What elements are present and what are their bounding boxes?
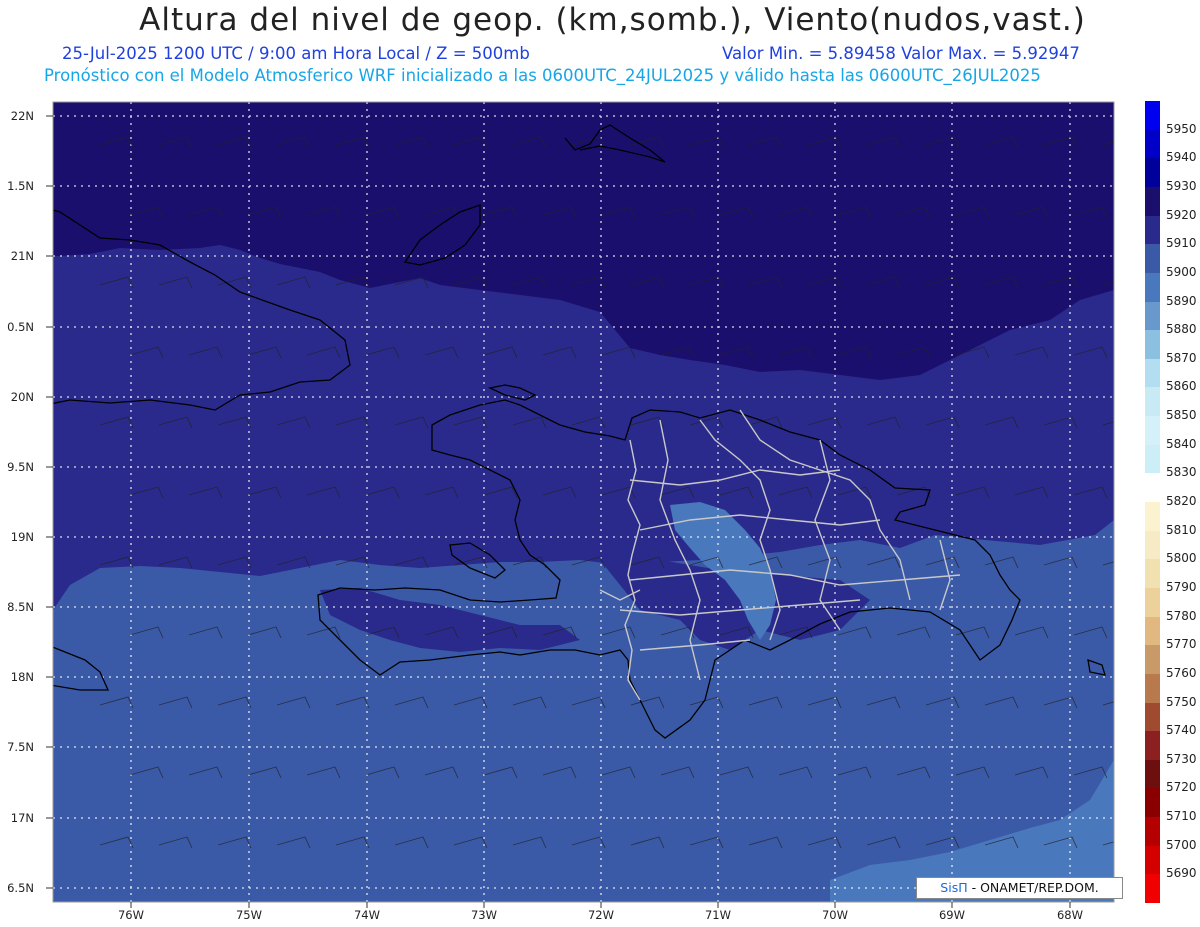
colorbar-segment — [1145, 444, 1160, 474]
colorbar-label: 5750 — [1166, 694, 1197, 709]
colorbar-label: 5950 — [1166, 121, 1197, 136]
colorbar-segment — [1145, 559, 1160, 589]
colorbar-segment — [1145, 358, 1160, 388]
colorbar-segment — [1145, 272, 1160, 302]
colorbar-label: 5740 — [1166, 723, 1197, 738]
colorbar-label: 5790 — [1166, 579, 1197, 594]
credit-box: SisΠ - ONAMET/REP.DOM. — [916, 877, 1123, 899]
colorbar-label: 5860 — [1166, 379, 1197, 394]
colorbar-segment — [1145, 244, 1160, 274]
colorbar-label: 5820 — [1166, 494, 1197, 508]
lon-label: 71W — [704, 908, 731, 922]
colorbar-segment — [1145, 788, 1160, 818]
colorbar-segment — [1145, 702, 1160, 732]
colorbar-label: 5810 — [1166, 522, 1197, 537]
colorbar-segment — [1145, 416, 1160, 446]
colorbar-label: 5760 — [1166, 665, 1197, 680]
colorbar-label: 5890 — [1166, 293, 1197, 308]
lon-label: 68W — [1056, 908, 1083, 922]
lat-label: 21N — [10, 249, 34, 263]
colorbar-segment — [1145, 129, 1160, 159]
colorbar-segment — [1145, 330, 1160, 360]
lat-label: 1.5N — [7, 179, 34, 193]
lon-label: 74W — [353, 908, 380, 922]
colorbar-segment — [1145, 845, 1160, 875]
colorbar-segment — [1145, 874, 1160, 904]
sisp-logo: SisΠ — [940, 880, 968, 895]
colorbar-label: 5770 — [1166, 637, 1197, 652]
lat-label: 22N — [10, 109, 34, 123]
map-canvas — [46, 101, 1115, 908]
geopotential-fill — [53, 102, 1114, 902]
colorbar-segment — [1145, 731, 1160, 761]
colorbar-label: 5930 — [1166, 178, 1197, 193]
lat-label: 6.5N — [7, 881, 34, 895]
colorbar-label: 5920 — [1166, 207, 1197, 222]
lon-label: 76W — [117, 908, 144, 922]
colorbar-segment — [1145, 215, 1160, 245]
lon-label: 70W — [821, 908, 848, 922]
lat-label: 0.5N — [7, 320, 34, 334]
colorbar-label: 5700 — [1166, 837, 1197, 852]
colorbar-segment — [1145, 101, 1160, 131]
colorbar-segment — [1145, 587, 1160, 618]
colorbar-label: 5730 — [1166, 751, 1197, 766]
colorbar-segment — [1145, 502, 1160, 532]
lat-label: 18N — [10, 670, 34, 684]
colorbar-label: 5720 — [1166, 780, 1197, 795]
lat-label: 17N — [10, 811, 34, 825]
colorbar-label: 5780 — [1166, 608, 1197, 623]
lon-label: 69W — [938, 908, 965, 922]
lat-label: 8.5N — [7, 600, 34, 614]
colorbar-segment — [1145, 817, 1160, 847]
colorbar-label: 5840 — [1166, 436, 1197, 451]
colorbar-segment — [1145, 530, 1160, 560]
lat-label: 19N — [10, 530, 34, 544]
colorbar-segment — [1145, 301, 1160, 331]
colorbar-label: 5710 — [1166, 809, 1197, 824]
colorbar-segment — [1145, 387, 1160, 417]
colorbar-segment — [1145, 616, 1160, 646]
lon-label: 72W — [587, 908, 614, 922]
colorbar-segment — [1145, 473, 1160, 503]
colorbar-label: 5850 — [1166, 408, 1197, 423]
colorbar-segment — [1145, 158, 1160, 188]
colorbar-label: 5880 — [1166, 322, 1197, 337]
lon-label: 73W — [470, 908, 497, 922]
colorbar-label: 5940 — [1166, 150, 1197, 165]
colorbar-label: 5910 — [1166, 236, 1197, 251]
colorbar-label: 5830 — [1166, 465, 1197, 480]
colorbar-segment — [1145, 673, 1160, 703]
colorbar-segment — [1145, 759, 1160, 789]
lon-label: 75W — [235, 908, 262, 922]
colorbar-segment — [1145, 645, 1160, 675]
colorbar-label: 5870 — [1166, 350, 1197, 365]
colorbar-segment — [1145, 186, 1160, 217]
colorbar-label: 5800 — [1166, 551, 1197, 566]
lat-label: 9.5N — [7, 460, 34, 474]
credit-org: - ONAMET/REP.DOM. — [967, 880, 1099, 895]
colorbar-label: 5900 — [1166, 264, 1197, 279]
lat-label: 7.5N — [7, 740, 34, 754]
colorbar-label: 5690 — [1166, 866, 1197, 881]
lat-label: 20N — [10, 390, 34, 404]
